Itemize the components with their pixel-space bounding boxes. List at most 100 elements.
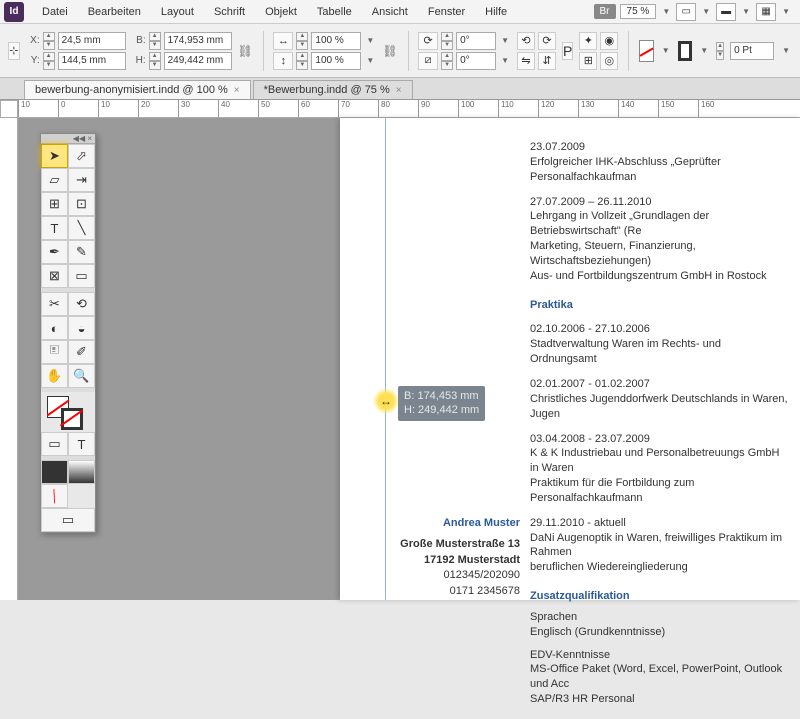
sy-spinner[interactable]: ▲▼ bbox=[296, 52, 308, 70]
rotate-cw-icon[interactable]: ⟳ bbox=[538, 32, 556, 50]
scissors-tool[interactable]: ✂ bbox=[41, 292, 68, 316]
document-page[interactable]: 23.07.2009 Erfolgreicher IHK-Abschluss „… bbox=[340, 118, 800, 600]
type-tool[interactable]: T bbox=[41, 216, 68, 240]
selection-tool[interactable]: ➤ bbox=[41, 144, 68, 168]
constrain-scale-icon[interactable]: ⛓ bbox=[382, 35, 397, 67]
chevron-down-icon[interactable]: ▼ bbox=[780, 7, 792, 16]
shear-spinner[interactable]: ▲▼ bbox=[441, 52, 453, 70]
chevron-down-icon[interactable]: ▼ bbox=[660, 7, 672, 16]
menu-hilfe[interactable]: Hilfe bbox=[475, 2, 517, 22]
fill-stroke-swap[interactable] bbox=[41, 392, 95, 432]
y-spinner[interactable]: ▲▼ bbox=[43, 52, 55, 70]
scale-x-input[interactable] bbox=[311, 32, 361, 50]
menu-schrift[interactable]: Schrift bbox=[204, 2, 255, 22]
panel-handle[interactable]: ◀◀ × bbox=[41, 134, 95, 144]
zoom-tool[interactable]: 🔍 bbox=[68, 364, 95, 388]
h-spinner[interactable]: ▲▼ bbox=[149, 52, 161, 70]
content-collector-tool[interactable]: ⊞ bbox=[41, 192, 68, 216]
guide-vertical[interactable] bbox=[385, 118, 386, 600]
sx-spinner[interactable]: ▲▼ bbox=[296, 32, 308, 50]
direct-selection-tool[interactable]: ⬀ bbox=[68, 144, 95, 168]
formatting-container-icon[interactable]: ▭ bbox=[41, 432, 68, 456]
apply-gradient-icon[interactable] bbox=[68, 460, 95, 484]
constrain-link-icon[interactable]: ⛓ bbox=[238, 35, 253, 67]
transform-tool[interactable]: ⟲ bbox=[68, 292, 95, 316]
x-input[interactable] bbox=[58, 32, 126, 50]
rotate-ccw-icon[interactable]: ⟲ bbox=[517, 32, 535, 50]
w-spinner[interactable]: ▲▼ bbox=[149, 32, 161, 50]
opt1-icon[interactable]: ✦ bbox=[579, 32, 597, 50]
formatting-text-icon[interactable]: T bbox=[68, 432, 95, 456]
rectangle-tool[interactable]: ▭ bbox=[68, 264, 95, 288]
eyedropper-tool[interactable]: ✐ bbox=[68, 340, 95, 364]
chevron-down-icon[interactable]: ▼ bbox=[780, 46, 792, 55]
rotation-input[interactable] bbox=[456, 32, 496, 50]
menu-bearbeiten[interactable]: Bearbeiten bbox=[78, 2, 151, 22]
gap-tool[interactable]: ⇥ bbox=[68, 168, 95, 192]
apply-none-icon[interactable]: ╱ bbox=[41, 484, 68, 508]
shear-input[interactable] bbox=[456, 52, 496, 70]
reference-point-icon[interactable]: ⊹ bbox=[8, 42, 20, 60]
ruler-vertical[interactable] bbox=[0, 118, 18, 600]
menu-layout[interactable]: Layout bbox=[151, 2, 204, 22]
fill-swatch[interactable] bbox=[639, 40, 654, 62]
flip-h-icon[interactable]: ⇋ bbox=[517, 52, 535, 70]
chevron-down-icon[interactable]: ▼ bbox=[698, 46, 710, 55]
chevron-down-icon[interactable]: ▼ bbox=[364, 36, 376, 45]
tab-bewerbung-anon[interactable]: bewerbung-anonymisiert.indd @ 100 % × bbox=[24, 80, 251, 99]
opt3-icon[interactable]: ⊞ bbox=[579, 52, 597, 70]
scale-y-input[interactable] bbox=[311, 52, 361, 70]
menu-ansicht[interactable]: Ansicht bbox=[362, 2, 418, 22]
rot-spinner[interactable]: ▲▼ bbox=[441, 32, 453, 50]
close-icon[interactable]: × bbox=[396, 85, 402, 96]
menu-datei[interactable]: Datei bbox=[32, 2, 78, 22]
arrange-icon[interactable]: ▦ bbox=[756, 3, 776, 21]
chevron-down-icon[interactable]: ▼ bbox=[740, 7, 752, 16]
pen-tool[interactable]: ✒ bbox=[41, 240, 68, 264]
view-mode-toggle[interactable]: ▭ bbox=[41, 508, 95, 532]
rectangle-frame-tool[interactable]: ⊠ bbox=[41, 264, 68, 288]
view-mode-icon[interactable]: ▭ bbox=[676, 3, 696, 21]
page-tool[interactable]: ▱ bbox=[41, 168, 68, 192]
opt2-icon[interactable]: ◉ bbox=[600, 32, 618, 50]
menu-tabelle[interactable]: Tabelle bbox=[307, 2, 362, 22]
tab-label: bewerbung-anonymisiert.indd @ 100 % bbox=[35, 84, 228, 96]
y-input[interactable] bbox=[58, 52, 126, 70]
gradient-swatch-tool[interactable]: ◐ bbox=[41, 316, 68, 340]
stroke-swatch[interactable] bbox=[678, 41, 693, 61]
ruler-origin[interactable] bbox=[0, 100, 18, 118]
menubar: Id Datei Bearbeiten Layout Schrift Objek… bbox=[0, 0, 800, 24]
height-input[interactable] bbox=[164, 52, 232, 70]
opt4-icon[interactable]: ◎ bbox=[600, 52, 618, 70]
close-icon[interactable]: × bbox=[234, 85, 240, 96]
height-label: H: bbox=[132, 55, 146, 66]
select-container-icon[interactable]: P bbox=[562, 42, 573, 60]
line-tool[interactable]: ╲ bbox=[68, 216, 95, 240]
zoom-select[interactable]: 75 % bbox=[620, 4, 657, 19]
content-placer-tool[interactable]: ⊡ bbox=[68, 192, 95, 216]
cursor-highlight: ↔ bbox=[373, 388, 399, 414]
stroke-weight-input[interactable] bbox=[730, 42, 774, 60]
note-tool[interactable]: 🗉 bbox=[41, 340, 68, 364]
flip-v-icon[interactable]: ⇵ bbox=[538, 52, 556, 70]
chevron-down-icon[interactable]: ▼ bbox=[700, 7, 712, 16]
width-input[interactable] bbox=[164, 32, 232, 50]
x-spinner[interactable]: ▲▼ bbox=[43, 32, 55, 50]
pencil-tool[interactable]: ✎ bbox=[68, 240, 95, 264]
menu-fenster[interactable]: Fenster bbox=[418, 2, 475, 22]
bridge-badge[interactable]: Br bbox=[594, 4, 616, 19]
chevron-down-icon[interactable]: ▼ bbox=[499, 56, 511, 65]
tab-bewerbung[interactable]: *Bewerbung.indd @ 75 %× bbox=[253, 80, 413, 99]
hand-tool[interactable]: ✋ bbox=[41, 364, 68, 388]
screen-mode-icon[interactable]: ▬ bbox=[716, 3, 736, 21]
apply-color-icon[interactable] bbox=[41, 460, 68, 484]
chevron-down-icon[interactable]: ▼ bbox=[499, 36, 511, 45]
chevron-down-icon[interactable]: ▼ bbox=[364, 56, 376, 65]
workspace[interactable]: ◀◀ × ➤ ⬀ ▱ ⇥ ⊞ ⊡ T ╲ ✒ ✎ ⊠ ▭ ✂ ⟲ ◐ ◒ 🗉 ✐… bbox=[0, 118, 800, 600]
ruler-horizontal[interactable]: 1001020304050607080901001101201301401501… bbox=[18, 100, 800, 118]
chevron-down-icon[interactable]: ▼ bbox=[660, 46, 672, 55]
gradient-feather-tool[interactable]: ◒ bbox=[68, 316, 95, 340]
menu-objekt[interactable]: Objekt bbox=[255, 2, 307, 22]
stroke-spinner[interactable]: ▲▼ bbox=[716, 42, 724, 60]
rotate-icon: ⟳ bbox=[418, 32, 438, 50]
